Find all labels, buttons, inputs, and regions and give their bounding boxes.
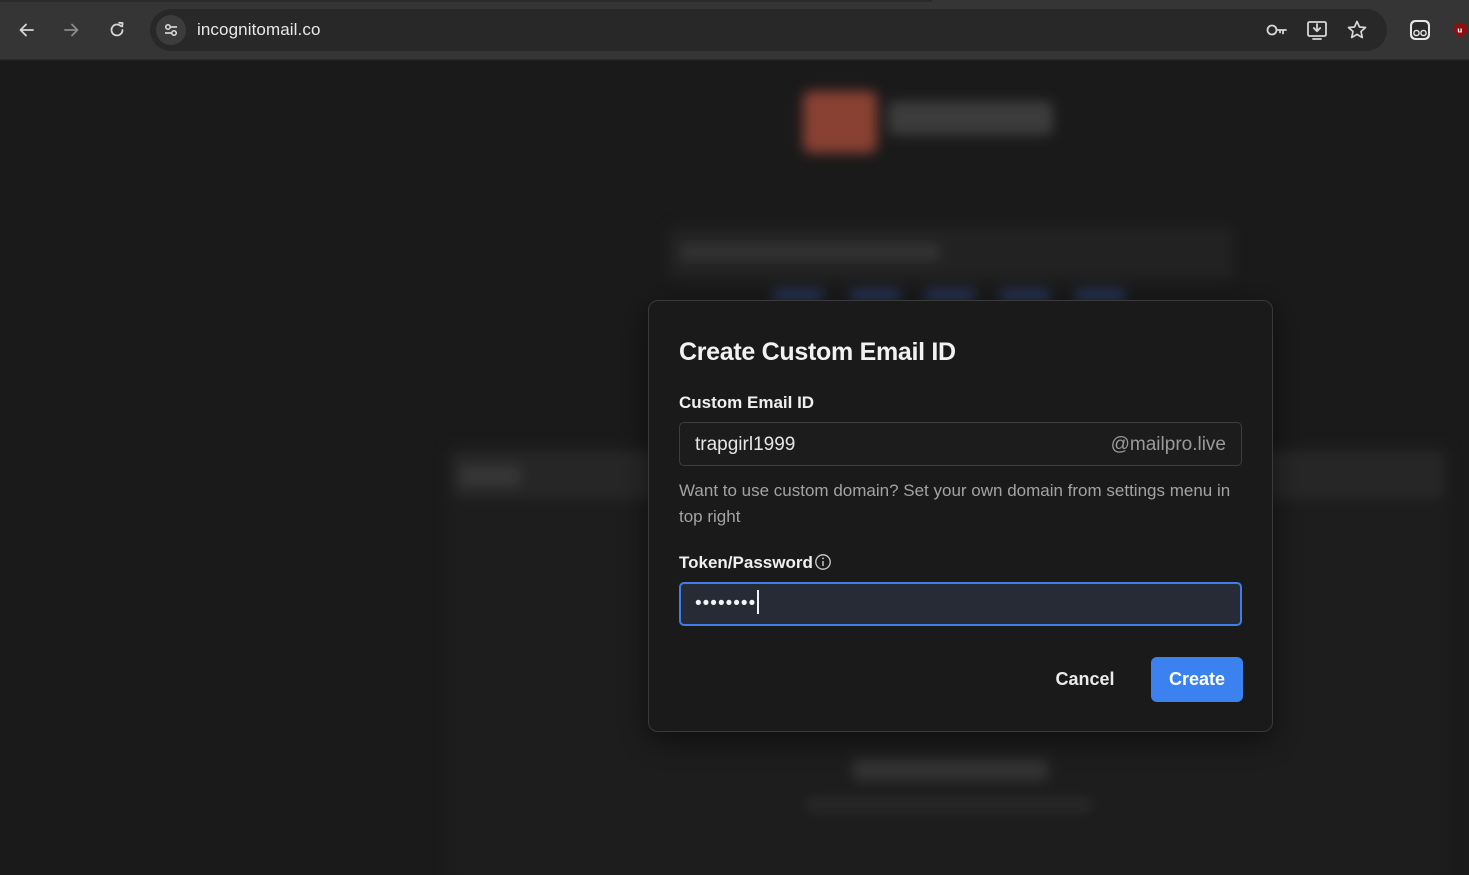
password-masked-value[interactable]: ••••••••	[695, 589, 760, 615]
dialog-title: Create Custom Email ID	[679, 338, 956, 366]
svg-text:u: u	[1457, 26, 1462, 35]
install-icon	[1307, 21, 1327, 40]
token-password-field[interactable]: ••••••••	[679, 582, 1242, 626]
cancel-button[interactable]: Cancel	[1041, 657, 1129, 701]
password-key-button[interactable]	[1265, 18, 1289, 42]
back-button[interactable]	[9, 12, 45, 48]
custom-email-label: Custom Email ID	[679, 393, 815, 412]
custom-email-value[interactable]: trapgirl1999	[695, 434, 795, 456]
site-info-button[interactable]	[156, 15, 186, 45]
custom-email-field[interactable]: trapgirl1999 @mailpro.live	[679, 422, 1242, 466]
tune-icon	[165, 24, 177, 36]
info-icon[interactable]	[814, 553, 832, 571]
forward-button[interactable]	[53, 12, 89, 48]
create-button[interactable]: Create	[1151, 657, 1243, 702]
browser-toolbar: incognitomail.co u	[0, 0, 1469, 60]
reload-icon	[110, 21, 124, 37]
arrow-left-icon	[19, 23, 34, 37]
install-app-button[interactable]	[1305, 18, 1329, 42]
url-text[interactable]: incognitomail.co	[197, 20, 321, 40]
create-custom-email-dialog: Create Custom Email ID Custom Email ID t…	[648, 300, 1273, 732]
loading-indicator	[0, 0, 932, 2]
bookmark-button[interactable]	[1345, 18, 1369, 42]
text-caret	[757, 589, 760, 614]
email-domain-suffix: @mailpro.live	[1110, 434, 1226, 455]
address-bar[interactable]: incognitomail.co	[150, 9, 1387, 51]
ublock-icon: u	[1453, 22, 1468, 38]
token-password-label: Token/Password	[679, 553, 813, 572]
arrow-right-icon	[64, 23, 79, 37]
glasses-icon	[1410, 20, 1430, 40]
custom-domain-hint: Want to use custom domain? Set your own …	[679, 481, 1231, 526]
ublock-extension-button[interactable]: u	[1452, 16, 1469, 44]
incognito-extension-button[interactable]	[1406, 16, 1434, 44]
key-icon	[1266, 24, 1287, 36]
star-icon	[1347, 20, 1367, 39]
reload-button[interactable]	[99, 12, 135, 48]
